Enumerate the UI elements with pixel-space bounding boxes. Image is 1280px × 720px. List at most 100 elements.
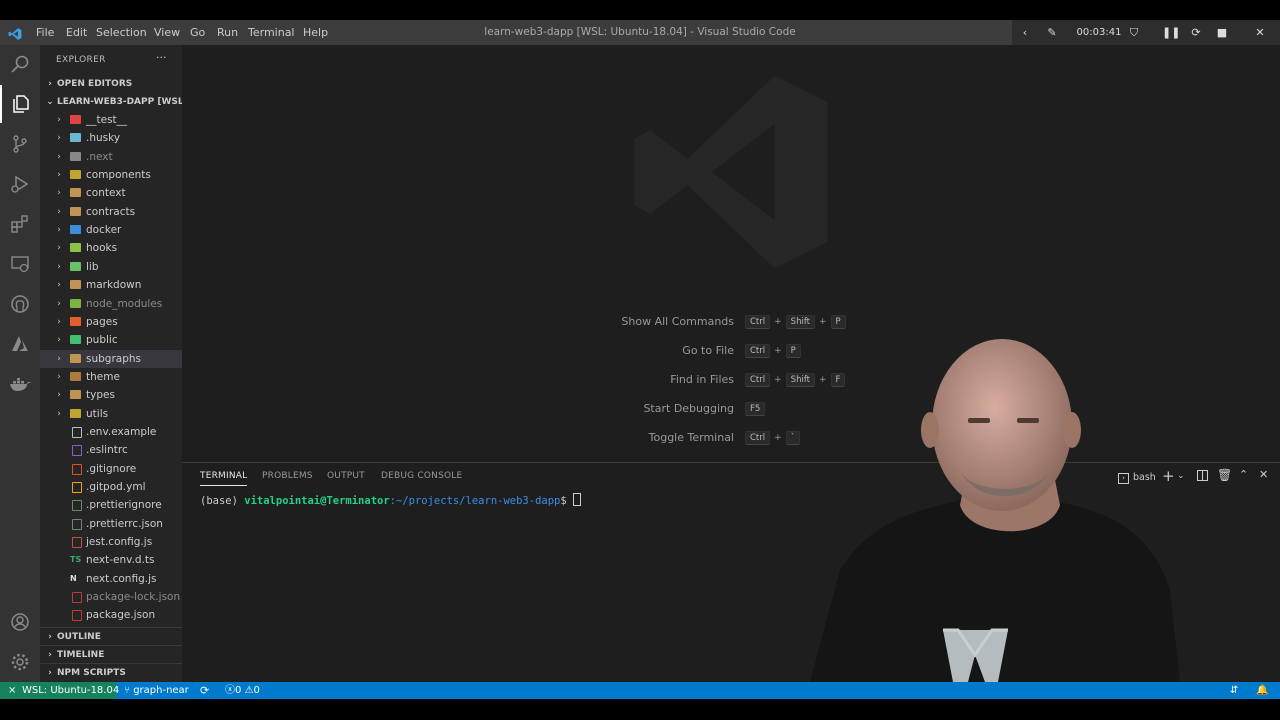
pause-icon[interactable]: ❚❚ <box>1162 20 1180 45</box>
folder-item[interactable]: › __test__ <box>40 111 182 129</box>
terminal-output[interactable]: (base) vitalpointai@Terminator:~/project… <box>200 493 582 507</box>
workspace-root-section[interactable]: ⌄ LEARN-WEB3-DAPP [WSL: ... <box>40 93 182 111</box>
file-item[interactable]: .gitpod.yml <box>40 478 182 496</box>
item-name: theme <box>86 370 120 383</box>
folder-item[interactable]: › contracts <box>40 203 182 221</box>
folder-item[interactable]: › markdown <box>40 276 182 294</box>
file-item[interactable]: .prettierrc.json <box>40 515 182 533</box>
folder-item[interactable]: › .husky <box>40 129 182 147</box>
tab-output[interactable]: OUTPUT <box>327 471 365 481</box>
chevron-right-icon: › <box>57 206 61 217</box>
close-panel-icon[interactable]: ✕ <box>1259 468 1268 481</box>
menu-help[interactable]: Help <box>303 20 328 45</box>
item-name: utils <box>86 407 109 420</box>
file-item[interactable]: .env.example <box>40 423 182 441</box>
folder-item[interactable]: › public <box>40 331 182 349</box>
close-icon[interactable]: ✕ <box>1252 20 1268 45</box>
folder-icon <box>70 243 81 253</box>
chevron-right-icon: › <box>57 280 61 291</box>
file-icon <box>72 463 82 475</box>
collapse-chevron-icon[interactable]: ‹ <box>1018 20 1032 45</box>
keycap: Ctrl <box>745 373 771 387</box>
branch-indicator[interactable]: ⑂ graph-near <box>124 682 189 699</box>
menu-view[interactable]: View <box>154 20 180 45</box>
extensions-icon[interactable] <box>0 205 40 243</box>
explorer-icon[interactable] <box>0 85 40 123</box>
pen-icon[interactable]: ✎ <box>1044 20 1060 45</box>
chevron-right-icon: › <box>57 335 61 346</box>
folder-item[interactable]: › theme <box>40 368 182 386</box>
item-name: components <box>86 169 151 182</box>
chevron-right-icon: › <box>57 371 61 382</box>
tab-problems[interactable]: PROBLEMS <box>262 471 313 481</box>
file-item[interactable]: TS next-env.d.ts <box>40 551 182 569</box>
folder-item[interactable]: › docker <box>40 221 182 239</box>
tab-terminal[interactable]: TERMINAL <box>200 471 248 486</box>
menu-edit[interactable]: Edit <box>66 20 87 45</box>
live-share-icon[interactable]: ⇵ <box>1230 682 1238 699</box>
folder-item[interactable]: › types <box>40 386 182 404</box>
file-item[interactable]: .gitignore <box>40 460 182 478</box>
problems-indicator[interactable]: ⓧ0 ⚠0 <box>225 682 260 699</box>
menu-file[interactable]: File <box>36 20 54 45</box>
folder-icon <box>70 133 81 143</box>
open-editors-section[interactable]: › OPEN EDITORS <box>40 75 182 93</box>
remote-explorer-icon[interactable] <box>0 245 40 283</box>
file-item[interactable]: .eslintrc <box>40 441 182 459</box>
folder-icon <box>70 335 81 345</box>
chevron-right-icon: › <box>57 243 61 254</box>
folder-item[interactable]: › lib <box>40 258 182 276</box>
folder-item[interactable]: › subgraphs <box>40 349 182 368</box>
accounts-icon[interactable] <box>0 603 40 641</box>
workspace-root-label: LEARN-WEB3-DAPP [WSL: ... <box>57 97 182 107</box>
key-plus: + <box>774 433 782 443</box>
sync-icon[interactable]: ⟳ <box>200 682 209 699</box>
timeline-section[interactable]: › TIMELINE <box>40 645 182 664</box>
folder-item[interactable]: › context <box>40 184 182 202</box>
npm-scripts-section[interactable]: › NPM SCRIPTS <box>40 663 182 682</box>
item-name: subgraphs <box>86 352 141 365</box>
timeline-label: TIMELINE <box>57 650 105 660</box>
file-item[interactable]: package-lock.json <box>40 588 182 606</box>
stop-icon[interactable]: ■ <box>1214 20 1230 45</box>
error-count: 0 <box>235 685 242 696</box>
search-icon[interactable] <box>0 45 40 83</box>
folder-item[interactable]: › node_modules <box>40 295 182 313</box>
keycap: Ctrl <box>745 315 771 329</box>
explorer-header: EXPLORER <box>56 55 106 65</box>
outline-section[interactable]: › OUTLINE <box>40 627 182 646</box>
file-item[interactable]: package.json <box>40 606 182 624</box>
file-item[interactable]: Nnext.config.js <box>40 570 182 588</box>
chevron-right-icon: › <box>48 668 52 678</box>
run-debug-icon[interactable] <box>0 165 40 203</box>
settings-gear-icon[interactable] <box>0 643 40 681</box>
menu-run[interactable]: Run <box>217 20 238 45</box>
remote-indicator[interactable]: ⨯ WSL: Ubuntu-18.04 <box>0 682 119 699</box>
tab-debug-console[interactable]: DEBUG CONSOLE <box>381 471 462 481</box>
github-icon[interactable] <box>0 285 40 323</box>
maximize-panel-icon[interactable]: ⌃ <box>1239 468 1248 481</box>
vscode-watermark-icon <box>626 67 836 281</box>
menu-terminal[interactable]: Terminal <box>248 20 295 45</box>
item-name: types <box>86 389 115 402</box>
source-control-icon[interactable] <box>0 125 40 163</box>
azure-icon[interactable] <box>0 325 40 363</box>
folder-item[interactable]: › pages <box>40 313 182 331</box>
file-item[interactable]: jest.config.js <box>40 533 182 551</box>
menu-selection[interactable]: Selection <box>96 20 147 45</box>
folder-item[interactable]: › utils <box>40 405 182 423</box>
notifications-bell-icon[interactable]: 🔔 <box>1256 682 1268 699</box>
trash-icon[interactable]: 🗑 <box>1217 468 1232 482</box>
file-item[interactable]: .prettierignore <box>40 496 182 514</box>
file-icon <box>72 482 82 493</box>
menu-go[interactable]: Go <box>190 20 205 45</box>
shield-icon[interactable]: ⛉ <box>1126 20 1142 45</box>
folder-icon <box>70 298 81 308</box>
docker-icon[interactable] <box>0 365 40 403</box>
more-actions-icon[interactable]: ··· <box>156 51 167 64</box>
folder-item[interactable]: › hooks <box>40 239 182 257</box>
restart-icon[interactable]: ⟳ <box>1188 20 1204 45</box>
folder-item[interactable]: › components <box>40 166 182 184</box>
file-icon <box>72 518 82 530</box>
folder-item[interactable]: › .next <box>40 148 182 166</box>
